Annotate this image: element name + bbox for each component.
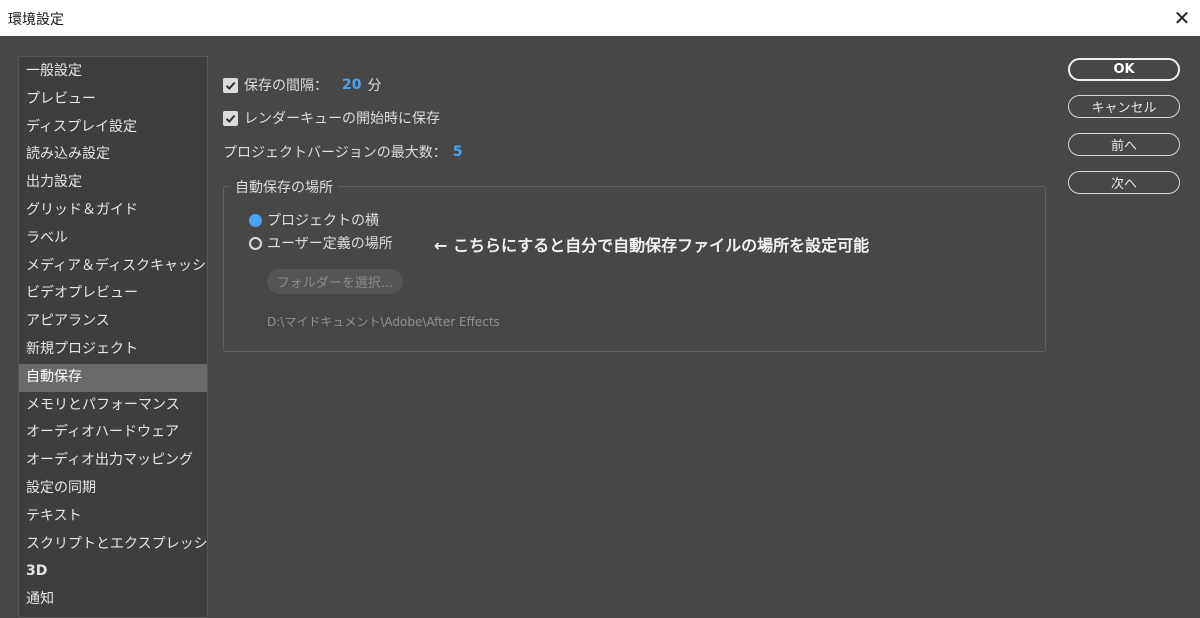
max-versions-label: プロジェクトバージョンの最大数： [223,145,447,161]
max-versions-value[interactable]: 5 [453,144,463,160]
sidebar-item-sync-settings[interactable]: 設定の同期 [19,475,207,503]
sidebar-item-appearance[interactable]: アピアランス [19,308,207,336]
save-interval-value[interactable]: 20 [342,77,361,93]
category-items: 一般設定 プレビュー ディスプレイ設定 読み込み設定 出力設定 グリッド＆ガイド… [19,57,207,614]
ok-button[interactable]: OK [1068,58,1180,81]
save-on-render-checkbox[interactable] [223,110,238,126]
sidebar-item-memory-performance[interactable]: メモリとパフォーマンス [19,392,207,420]
cancel-button[interactable]: キャンセル [1068,95,1180,118]
radio-next-to-project-label: プロジェクトの横 [267,213,379,229]
save-on-render-label: レンダーキューの開始時に保存 [244,111,440,127]
sidebar-item-new-project[interactable]: 新規プロジェクト [19,336,207,364]
save-interval-label: 保存の間隔： [244,78,328,94]
save-interval-row: 保存の間隔： 20 分 [223,75,381,95]
autosave-path: D:\マイドキュメント\Adobe\After Effects [267,315,500,329]
max-versions-row: プロジェクトバージョンの最大数： 5 [223,142,462,162]
title-bar: 環境設定 ✕ [0,0,1200,36]
window-title: 環境設定 [8,12,64,28]
preferences-content: 一般設定 プレビュー ディスプレイ設定 読み込み設定 出力設定 グリッド＆ガイド… [0,36,1200,618]
radio-next-to-project[interactable] [249,213,262,227]
sidebar-item-labels[interactable]: ラベル [19,225,207,253]
sidebar-item-notifications[interactable]: 通知 [19,586,207,614]
save-interval-checkbox[interactable] [223,77,238,93]
radio-custom-location-label: ユーザー定義の場所 [267,236,393,252]
save-on-render-row: レンダーキューの開始時に保存 [223,108,440,128]
sidebar-item-general[interactable]: 一般設定 [19,58,207,86]
checkmark-icon [225,114,236,123]
sidebar-item-display[interactable]: ディスプレイ設定 [19,114,207,142]
sidebar-item-grids-guides[interactable]: グリッド＆ガイド [19,197,207,225]
sidebar-item-audio-hardware[interactable]: オーディオハードウェア [19,419,207,447]
sidebar-item-output[interactable]: 出力設定 [19,169,207,197]
checkmark-icon [225,81,236,90]
save-interval-unit: 分 [367,78,382,94]
next-button[interactable]: 次へ [1068,171,1180,194]
previous-button[interactable]: 前へ [1068,133,1180,156]
sidebar-item-import[interactable]: 読み込み設定 [19,141,207,169]
close-icon[interactable]: ✕ [1170,6,1194,30]
radio-custom-location-row[interactable]: ユーザー定義の場所 [249,233,393,253]
radio-next-to-project-row[interactable]: プロジェクトの横 [249,210,379,230]
sidebar-item-media-cache[interactable]: メディア＆ディスクキャッシュ [19,253,207,281]
sidebar-item-3d[interactable]: 3D [19,558,207,586]
annotation-text: ← こちらにすると自分で自動保存ファイルの場所を設定可能 [434,236,870,255]
sidebar-item-autosave[interactable]: 自動保存 [19,363,207,392]
category-list: 一般設定 プレビュー ディスプレイ設定 読み込み設定 出力設定 グリッド＆ガイド… [18,56,208,618]
sidebar-item-video-preview[interactable]: ビデオプレビュー [19,280,207,308]
autosave-location-legend: 自動保存の場所 [230,177,338,197]
sidebar-item-audio-output-mapping[interactable]: オーディオ出力マッピング [19,447,207,475]
radio-custom-location[interactable] [249,236,262,250]
choose-folder-button[interactable]: フォルダーを選択... [267,269,403,294]
sidebar-item-type[interactable]: テキスト [19,503,207,531]
sidebar-item-scripting[interactable]: スクリプトとエクスプレッション [19,531,207,559]
sidebar-item-preview[interactable]: プレビュー [19,86,207,114]
